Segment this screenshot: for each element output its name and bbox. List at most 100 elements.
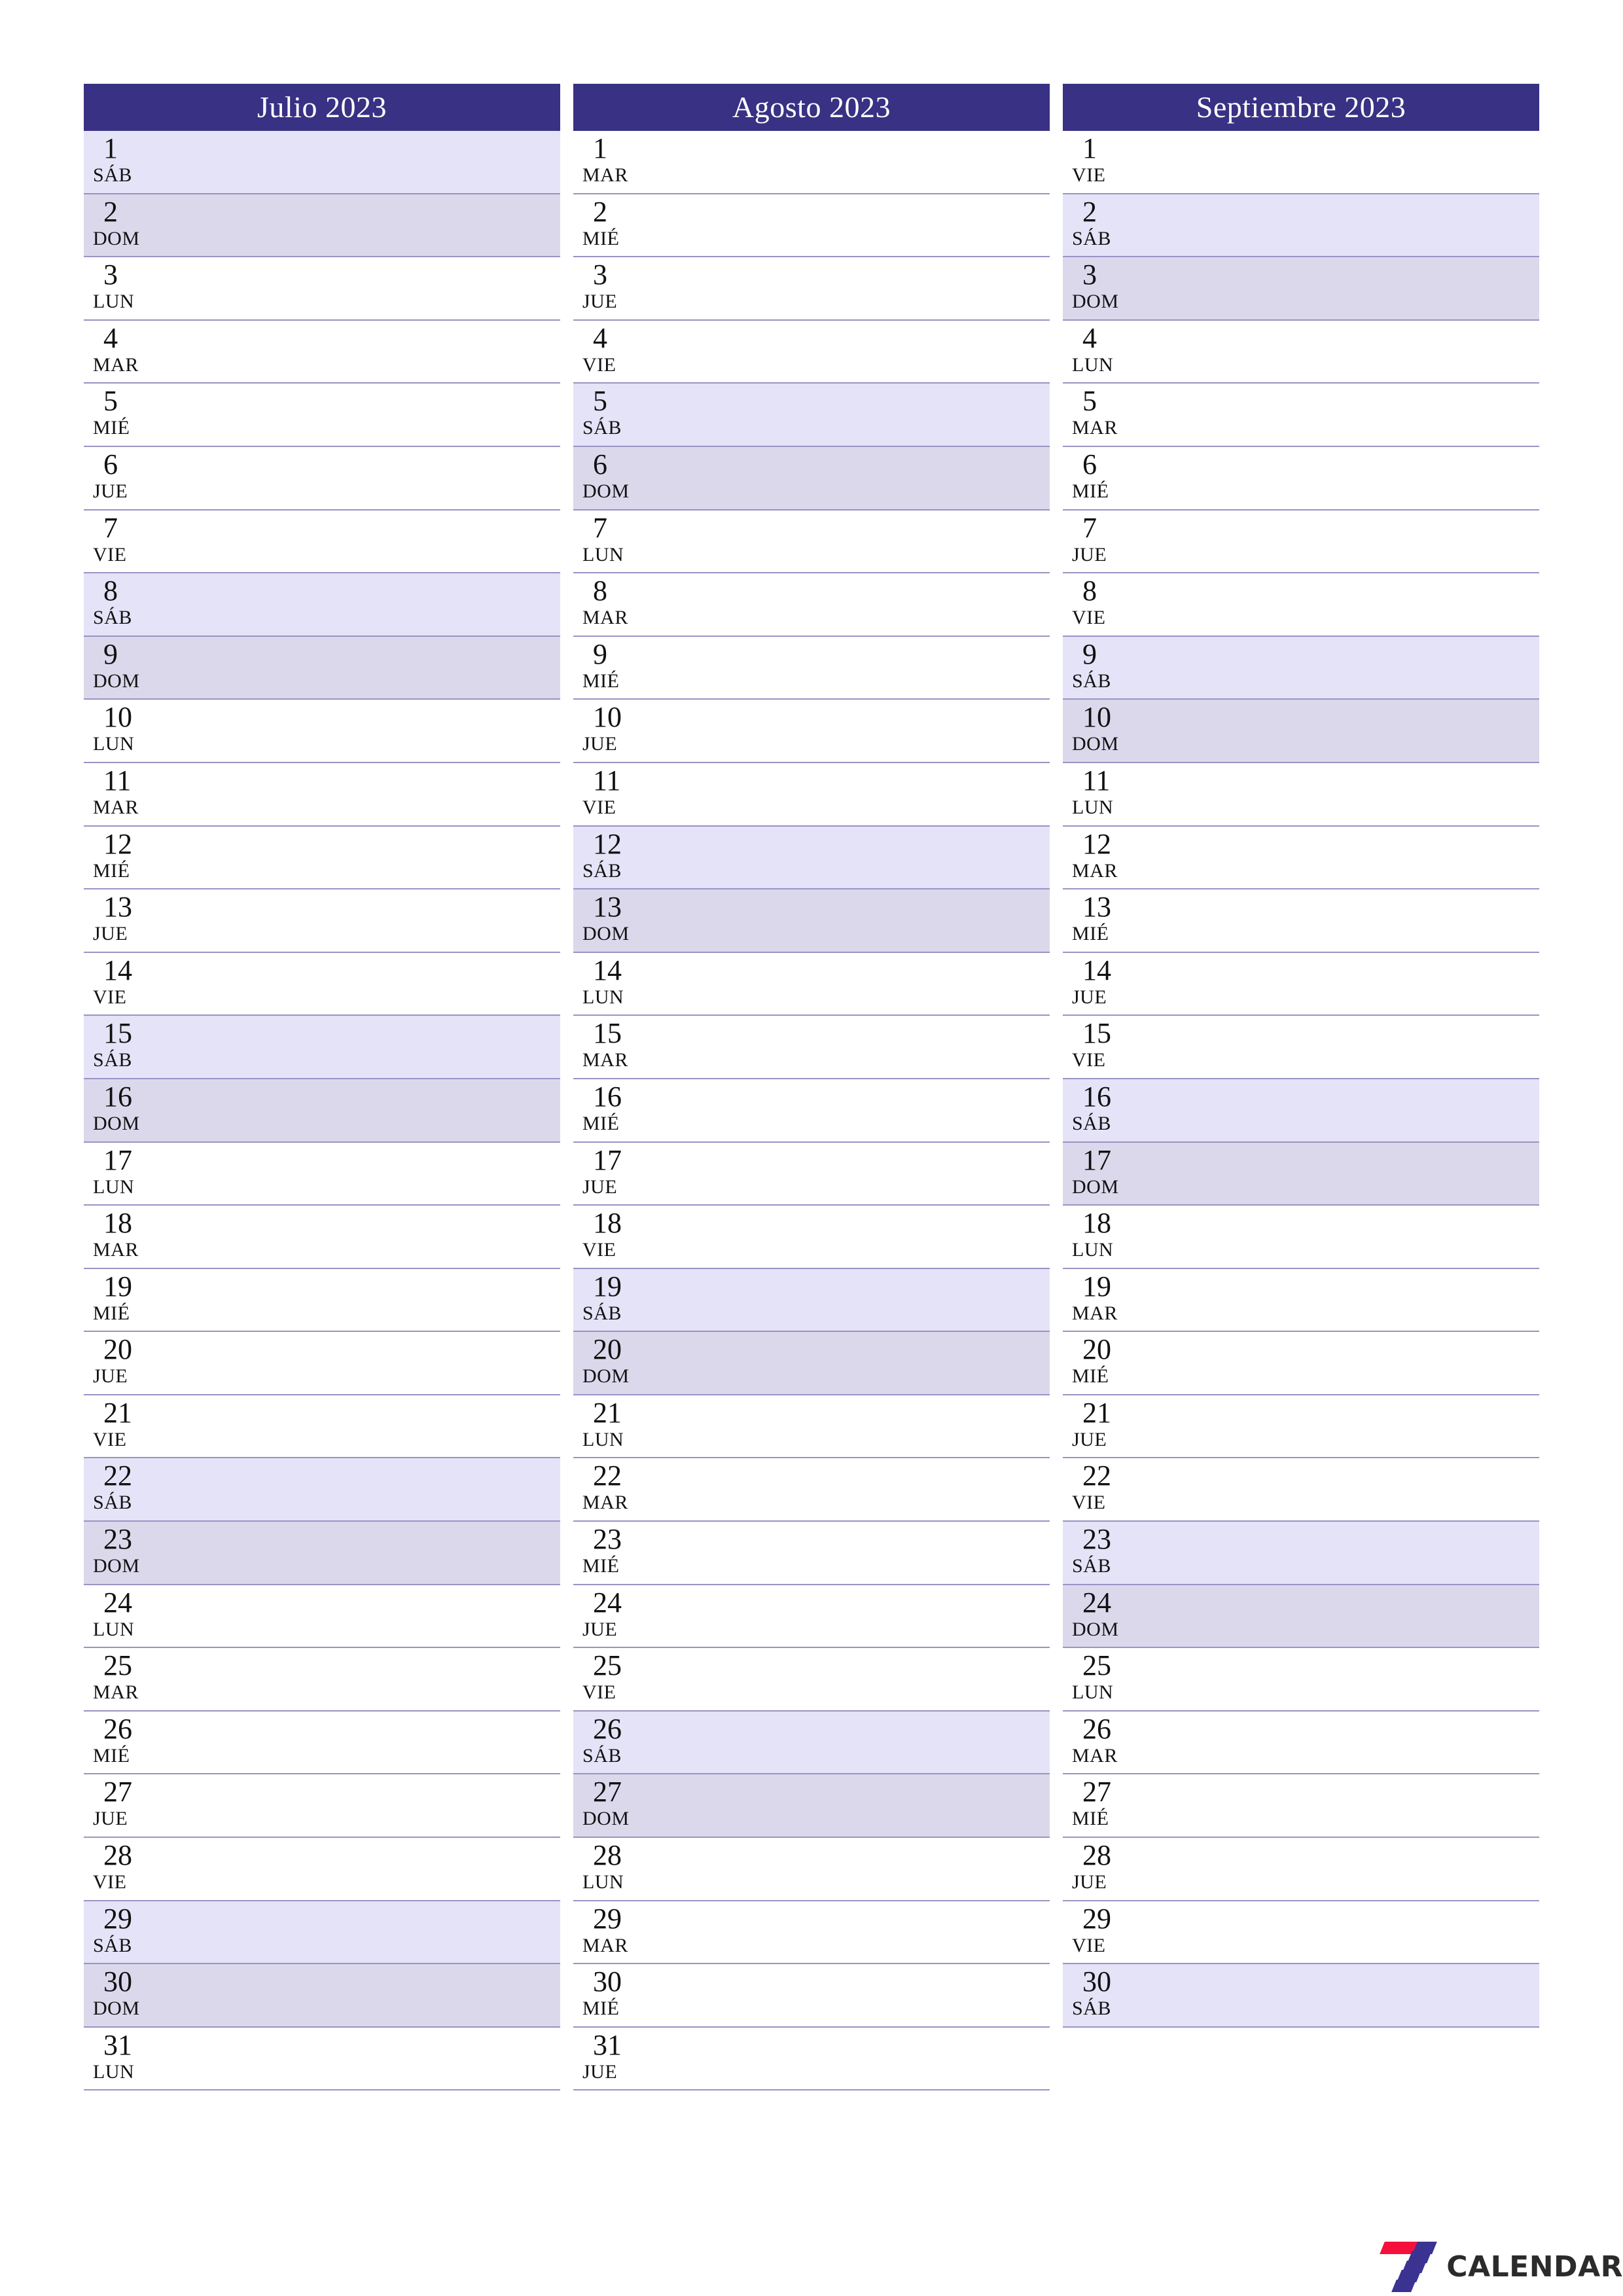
day-row[interactable]: 7 LUN xyxy=(573,510,1050,574)
day-row[interactable]: 15 MAR xyxy=(573,1016,1050,1079)
day-row[interactable]: 17 DOM xyxy=(1063,1142,1539,1206)
day-row[interactable]: 20 DOM xyxy=(573,1332,1050,1395)
day-row[interactable]: 9 SÁB xyxy=(1063,636,1539,700)
day-row[interactable]: 2 DOM xyxy=(84,194,560,258)
day-number: 16 xyxy=(593,1080,622,1113)
day-row[interactable]: 22 VIE xyxy=(1063,1458,1539,1522)
day-row[interactable]: 26 MIÉ xyxy=(84,1711,560,1775)
day-row[interactable]: 22 MAR xyxy=(573,1458,1050,1522)
day-row[interactable]: 3 JUE xyxy=(573,257,1050,321)
day-row[interactable]: 30 MIÉ xyxy=(573,1964,1050,2028)
day-row[interactable]: 4 LUN xyxy=(1063,320,1539,384)
day-row[interactable]: 22 SÁB xyxy=(84,1458,560,1522)
day-row[interactable]: 4 VIE xyxy=(573,320,1050,384)
day-row[interactable]: 23 MIÉ xyxy=(573,1522,1050,1585)
day-row[interactable]: 15 VIE xyxy=(1063,1016,1539,1079)
day-row[interactable]: 19 MAR xyxy=(1063,1268,1539,1333)
day-row[interactable]: 30 DOM xyxy=(84,1964,560,2028)
day-row[interactable]: 9 MIÉ xyxy=(573,636,1050,700)
logo-bar xyxy=(1391,2279,1417,2292)
day-row[interactable]: 25 VIE xyxy=(573,1648,1050,1712)
day-row[interactable]: 26 MAR xyxy=(1063,1711,1539,1775)
day-row[interactable]: 13 DOM xyxy=(573,889,1050,953)
day-row[interactable]: 12 SÁB xyxy=(573,826,1050,890)
day-row[interactable]: 25 MAR xyxy=(84,1648,560,1712)
day-row[interactable]: 30 SÁB xyxy=(1063,1964,1539,2028)
day-row[interactable]: 5 MIÉ xyxy=(84,384,560,447)
day-row[interactable]: 17 LUN xyxy=(84,1142,560,1206)
day-row[interactable]: 6 MIÉ xyxy=(1063,446,1539,511)
day-row[interactable]: 21 LUN xyxy=(573,1395,1050,1459)
day-row[interactable]: 24 LUN xyxy=(84,1585,560,1649)
day-row[interactable]: 27 MIÉ xyxy=(1063,1774,1539,1839)
day-row[interactable]: 3 LUN xyxy=(84,257,560,321)
day-row[interactable]: 18 VIE xyxy=(573,1206,1050,1269)
day-row[interactable]: 31 LUN xyxy=(84,2027,560,2091)
day-weekday-abbr: DOM xyxy=(582,480,630,502)
day-row[interactable]: 6 JUE xyxy=(84,446,560,511)
day-number: 27 xyxy=(593,1776,622,1808)
day-row[interactable]: 2 MIÉ xyxy=(573,194,1050,258)
day-row[interactable]: 10 JUE xyxy=(573,700,1050,763)
day-row[interactable]: 9 DOM xyxy=(84,636,560,700)
day-row[interactable]: 12 MIÉ xyxy=(84,826,560,890)
day-row[interactable]: 23 DOM xyxy=(84,1522,560,1585)
day-number: 26 xyxy=(593,1712,622,1745)
day-row[interactable]: 18 MAR xyxy=(84,1206,560,1269)
day-row[interactable]: 8 MAR xyxy=(573,573,1050,637)
day-row[interactable]: 21 JUE xyxy=(1063,1395,1539,1459)
day-row[interactable]: 16 DOM xyxy=(84,1079,560,1143)
day-row[interactable]: 28 VIE xyxy=(84,1838,560,1901)
day-row[interactable]: 7 VIE xyxy=(84,510,560,574)
day-row[interactable]: 18 LUN xyxy=(1063,1206,1539,1269)
day-number: 3 xyxy=(1082,259,1097,291)
day-row[interactable]: 17 JUE xyxy=(573,1142,1050,1206)
day-row[interactable]: 11 LUN xyxy=(1063,762,1539,827)
day-row[interactable]: 2 SÁB xyxy=(1063,194,1539,258)
day-row[interactable]: 19 MIÉ xyxy=(84,1268,560,1333)
day-weekday-abbr: JUE xyxy=(582,2060,618,2083)
day-row[interactable]: 1 SÁB xyxy=(84,131,560,194)
day-row[interactable]: 13 MIÉ xyxy=(1063,889,1539,953)
day-row[interactable]: 16 MIÉ xyxy=(573,1079,1050,1143)
day-row[interactable]: 11 MAR xyxy=(84,762,560,827)
day-row[interactable]: 10 DOM xyxy=(1063,700,1539,763)
day-row[interactable]: 29 SÁB xyxy=(84,1901,560,1965)
day-row[interactable]: 23 SÁB xyxy=(1063,1522,1539,1585)
day-row[interactable]: 28 LUN xyxy=(573,1838,1050,1901)
day-weekday-abbr: MAR xyxy=(1072,417,1118,439)
day-row[interactable]: 27 DOM xyxy=(573,1774,1050,1839)
day-row[interactable]: 1 MAR xyxy=(573,131,1050,194)
day-row[interactable]: 29 VIE xyxy=(1063,1901,1539,1965)
day-row[interactable]: 16 SÁB xyxy=(1063,1079,1539,1143)
day-row[interactable]: 24 JUE xyxy=(573,1585,1050,1649)
day-row[interactable]: 3 DOM xyxy=(1063,257,1539,321)
day-row[interactable]: 4 MAR xyxy=(84,320,560,384)
day-row[interactable]: 31 JUE xyxy=(573,2027,1050,2091)
day-row[interactable]: 24 DOM xyxy=(1063,1585,1539,1649)
day-row[interactable]: 20 MIÉ xyxy=(1063,1332,1539,1395)
day-row[interactable]: 19 SÁB xyxy=(573,1268,1050,1333)
day-row[interactable]: 25 LUN xyxy=(1063,1648,1539,1712)
day-row[interactable]: 26 SÁB xyxy=(573,1711,1050,1775)
day-row[interactable]: 7 JUE xyxy=(1063,510,1539,574)
day-row[interactable]: 11 VIE xyxy=(573,762,1050,827)
day-row[interactable]: 10 LUN xyxy=(84,700,560,763)
day-row[interactable]: 1 VIE xyxy=(1063,131,1539,194)
day-row[interactable]: 5 SÁB xyxy=(573,384,1050,447)
day-row[interactable]: 14 JUE xyxy=(1063,952,1539,1016)
day-row[interactable]: 21 VIE xyxy=(84,1395,560,1459)
day-row[interactable]: 14 VIE xyxy=(84,952,560,1016)
day-row[interactable]: 14 LUN xyxy=(573,952,1050,1016)
day-row[interactable]: 5 MAR xyxy=(1063,384,1539,447)
day-row[interactable]: 15 SÁB xyxy=(84,1016,560,1079)
day-row[interactable]: 13 JUE xyxy=(84,889,560,953)
day-row[interactable]: 8 VIE xyxy=(1063,573,1539,637)
day-row[interactable]: 8 SÁB xyxy=(84,573,560,637)
day-row[interactable]: 27 JUE xyxy=(84,1774,560,1839)
day-row[interactable]: 20 JUE xyxy=(84,1332,560,1395)
day-row[interactable]: 29 MAR xyxy=(573,1901,1050,1965)
day-row[interactable]: 6 DOM xyxy=(573,446,1050,511)
day-row[interactable]: 12 MAR xyxy=(1063,826,1539,890)
day-row[interactable]: 28 JUE xyxy=(1063,1838,1539,1901)
